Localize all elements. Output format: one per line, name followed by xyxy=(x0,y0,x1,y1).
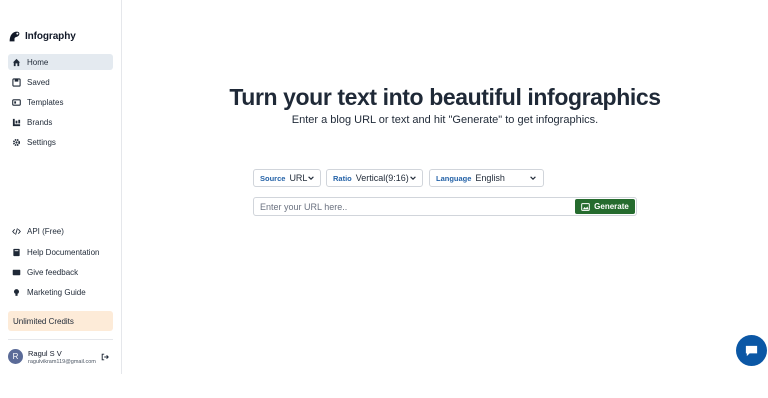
sidebar-item-label: API (Free) xyxy=(27,226,64,236)
feedback-icon xyxy=(12,269,21,275)
sidebar-item-label: Saved xyxy=(27,77,50,87)
generate-button-label: Generate xyxy=(594,202,629,211)
gear-icon xyxy=(12,138,21,146)
app-logo[interactable]: Infography xyxy=(8,30,76,43)
user-profile: R Ragul S V ragulvikram119@gmail.com xyxy=(8,348,113,368)
user-name: Ragul S V xyxy=(28,349,62,358)
source-select-label: Source xyxy=(260,173,286,183)
ratio-select[interactable]: Ratio Vertical(9:16) xyxy=(326,169,423,187)
sidebar-item-give-feedback[interactable]: Give feedback xyxy=(8,264,113,280)
sidebar-item-label: Home xyxy=(27,57,49,67)
page-subtitle: Enter a blog URL or text and hit "Genera… xyxy=(291,114,599,126)
save-icon xyxy=(12,77,21,87)
sidebar-item-label: Templates xyxy=(27,97,64,107)
language-select-value: English xyxy=(475,173,505,183)
url-input-row: Generate xyxy=(253,197,637,216)
sidebar-divider xyxy=(8,339,113,340)
sidebar-item-help-documentation[interactable]: Help Documentation xyxy=(8,244,113,260)
page-title: Turn your text into beautiful infographi… xyxy=(229,84,661,110)
ratio-select-label: Ratio xyxy=(333,173,352,183)
ratio-select-value: Vertical(9:16) xyxy=(355,173,409,183)
credits-badge: Unlimited Credits xyxy=(8,311,113,331)
chevron-down-icon xyxy=(529,174,537,182)
logout-button[interactable] xyxy=(101,353,109,361)
home-icon xyxy=(12,58,21,66)
lightbulb-icon xyxy=(13,288,20,296)
sidebar-item-label: Give feedback xyxy=(27,267,79,277)
brands-icon xyxy=(12,118,21,126)
templates-icon xyxy=(12,98,21,106)
sidebar-item-api[interactable]: API (Free) xyxy=(8,223,113,239)
avatar[interactable]: R xyxy=(8,349,23,364)
sidebar-item-home[interactable]: Home xyxy=(8,54,113,70)
user-email: ragulvikram119@gmail.com xyxy=(28,359,96,365)
code-icon xyxy=(12,227,21,235)
url-input[interactable] xyxy=(254,198,572,215)
language-select[interactable]: Language English xyxy=(429,169,544,187)
image-icon xyxy=(581,202,590,211)
source-select[interactable]: Source URL xyxy=(253,169,321,187)
chevron-down-icon xyxy=(307,174,315,182)
credits-label: Unlimited Credits xyxy=(13,316,74,326)
sidebar-item-settings[interactable]: Settings xyxy=(8,134,113,150)
sidebar-item-label: Marketing Guide xyxy=(27,287,86,297)
chevron-down-icon xyxy=(409,174,417,182)
sidebar: Infography Home Saved Templates Brands S… xyxy=(0,0,122,374)
sidebar-item-label: Settings xyxy=(27,137,56,147)
sidebar-item-templates[interactable]: Templates xyxy=(8,94,113,110)
app-name: Infography xyxy=(25,31,76,42)
sidebar-item-marketing-guide[interactable]: Marketing Guide xyxy=(8,284,113,300)
logout-icon xyxy=(101,353,109,361)
generate-button[interactable]: Generate xyxy=(575,199,635,214)
chat-button[interactable] xyxy=(736,335,767,366)
chat-icon xyxy=(745,345,758,357)
book-icon xyxy=(13,248,20,256)
sidebar-item-saved[interactable]: Saved xyxy=(8,74,113,90)
source-select-value: URL xyxy=(289,173,308,183)
logo-icon xyxy=(9,31,20,42)
language-select-label: Language xyxy=(436,173,472,183)
sidebar-item-label: Help Documentation xyxy=(27,247,100,257)
sidebar-item-label: Brands xyxy=(27,117,53,127)
sidebar-item-brands[interactable]: Brands xyxy=(8,114,113,130)
